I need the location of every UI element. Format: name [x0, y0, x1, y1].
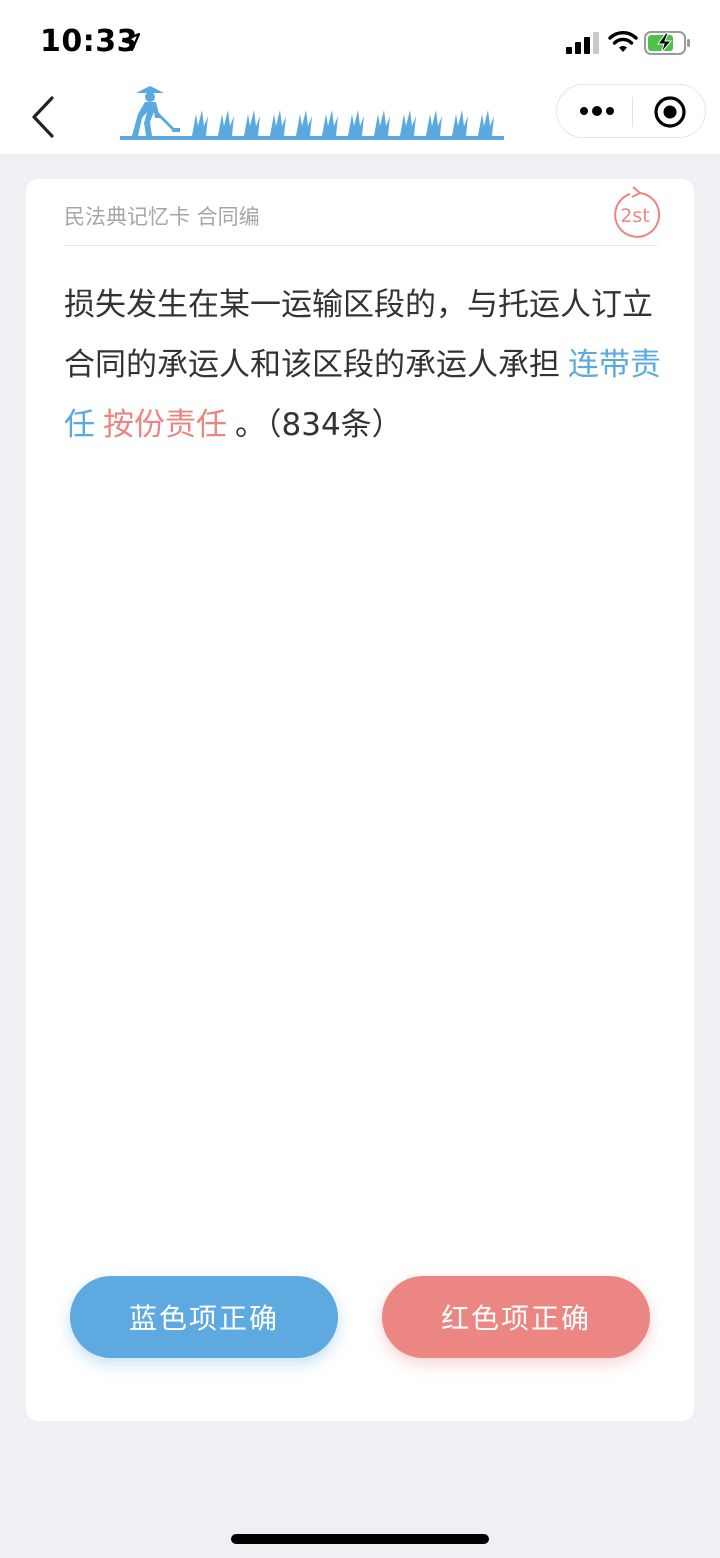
option-red: 按份责任	[103, 407, 227, 443]
location-arrow-icon	[122, 33, 140, 51]
target-circle-icon[interactable]	[653, 95, 687, 129]
capsule-divider	[632, 97, 633, 127]
card-title: 民法典记忆卡 合同编	[64, 205, 260, 229]
card-header: 民法典记忆卡 合同编 2st	[64, 186, 661, 246]
battery-charging-icon	[644, 31, 690, 55]
question-text: 损失发生在某一运输区段的，与托运人订立合同的承运人和该区段的承运人承担 连带责任按…	[64, 275, 664, 455]
status-bar: 10:33	[0, 0, 720, 84]
more-dots-icon[interactable]	[577, 99, 617, 123]
repeat-count-icon[interactable]: 2st	[608, 185, 662, 239]
red-correct-button[interactable]: 红色项正确	[382, 1276, 650, 1358]
repeat-count-text: 2st	[620, 205, 649, 227]
signal-icon	[566, 32, 599, 54]
question-suffix: 。（834条）	[235, 407, 403, 443]
blue-correct-button[interactable]: 蓝色项正确	[70, 1276, 338, 1358]
farmer-weeding-grass-icon	[120, 86, 504, 140]
home-indicator	[231, 1534, 489, 1544]
mini-program-capsule	[556, 84, 706, 138]
wifi-icon	[608, 31, 638, 52]
nav-bar	[0, 84, 720, 154]
chevron-left-icon[interactable]	[26, 94, 60, 140]
memory-card: 民法典记忆卡 合同编 2st 损失发生在某一运输区段的，与托运人订立合同的承运人…	[26, 179, 694, 1421]
